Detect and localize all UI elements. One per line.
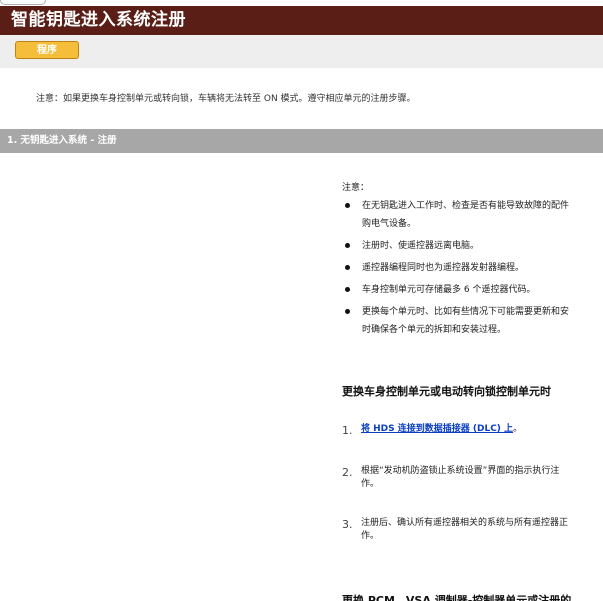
connect-hds-link[interactable]: 将 HDS 连接到数据插接器 (DLC) 上	[361, 424, 513, 434]
step-text: 根据“发动机防盗锁止系统设置”界面的指示执行注	[361, 466, 560, 476]
page-title: 智能钥匙进入系统注册	[0, 6, 603, 35]
bullet-icon	[345, 203, 350, 208]
list-item-text: 遥控器编程同时也为遥控器发射器编程。	[362, 263, 525, 273]
section-header[interactable]: 1. 无钥匙进入系统 - 注册	[0, 129, 603, 153]
step-number: 3.	[342, 518, 353, 531]
list-item-text: 在无钥匙进入工作时、检查是否有能导致故障的配件	[362, 201, 570, 211]
step-number: 1.	[342, 424, 353, 437]
step-text: 注册后、确认所有遥控器相关的系统与所有遥控器正	[361, 518, 569, 528]
bullet-icon	[345, 243, 350, 248]
list-item-text: 注册时、使遥控器远离电脑。	[362, 241, 480, 251]
list-item: 注册时、使遥控器远离电脑。	[342, 237, 603, 255]
bullet-icon	[345, 265, 350, 270]
step-text: 。	[513, 424, 523, 434]
content-column: 注意： 在无钥匙进入工作时、检查是否有能导致故障的配件 购电气设备。 注册时、使…	[342, 180, 603, 601]
note-label: 注意：	[342, 183, 370, 193]
list-item: 在无钥匙进入工作时、检查是否有能导致故障的配件 购电气设备。	[342, 197, 603, 233]
list-item-text: 更换每个单元时、比如有些情况下可能需要更新和安	[362, 307, 570, 317]
list-item: 遥控器编程同时也为遥控器发射器编程。	[342, 259, 603, 277]
list-item-text: 车身控制单元可存储最多 6 个遥控器代码。	[362, 285, 536, 295]
toolbar: 程序	[0, 35, 603, 68]
list-item: 车身控制单元可存储最多 6 个遥控器代码。	[342, 281, 603, 299]
list-item-text-cont: 时确保各个单元的拆卸和安装过程。	[362, 325, 507, 335]
step-text-cont: 作。	[361, 531, 380, 541]
step-text-cont: 作。	[361, 479, 380, 489]
bullet-icon	[345, 287, 350, 292]
list-item-text-cont: 购电气设备。	[362, 219, 417, 229]
note-list: 在无钥匙进入工作时、检查是否有能导致故障的配件 购电气设备。 注册时、使遥控器远…	[342, 197, 603, 343]
next-subheading: 更换 PCM、VSA 调制器-控制器单元或注册的	[342, 594, 572, 601]
intro-note: 注意：如果更换车身控制单元或转向锁，车辆将无法转至 ON 模式。遵守相应单元的注…	[36, 94, 416, 104]
list-item: 更换每个单元时、比如有些情况下可能需要更新和安 时确保各个单元的拆卸和安装过程。	[342, 303, 603, 339]
step-number: 2.	[342, 466, 353, 479]
procedure-button[interactable]: 程序	[15, 41, 79, 59]
procedure-subheading: 更换车身控制单元或电动转向锁控制单元时	[342, 385, 551, 398]
window-tab[interactable]	[0, 0, 46, 5]
bullet-icon	[345, 309, 350, 314]
